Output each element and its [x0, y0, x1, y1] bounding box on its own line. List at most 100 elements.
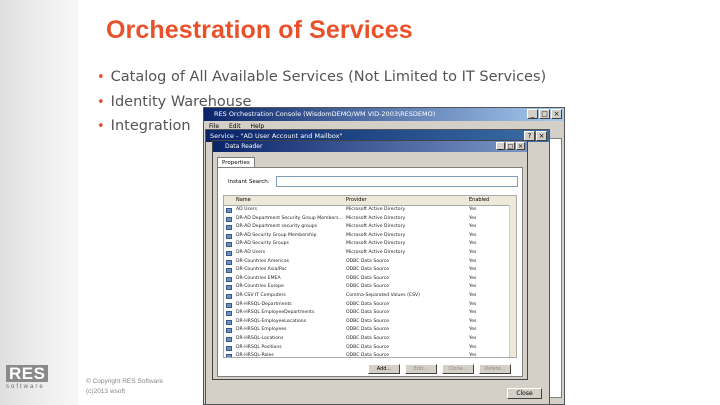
- cell-name: DR-AD Security Groups: [236, 241, 289, 247]
- table-row[interactable]: DR-Countries Americas ODBC Data Source Yes: [224, 258, 516, 267]
- edit-button[interactable]: Edit...: [405, 364, 437, 374]
- table-row[interactable]: DR-HRSQL-EmployeeLocations ODBC Data Sour…: [224, 318, 516, 327]
- cell-enabled: Yes: [469, 292, 477, 298]
- cell-name: DR-HRSQL Employees: [236, 327, 287, 333]
- data-reader-icon: [226, 216, 232, 222]
- cell-name: DR-HRSQL-EmployeeLocations: [236, 318, 307, 324]
- cell-enabled: Yes: [469, 215, 477, 221]
- cell-enabled: Yes: [469, 241, 477, 247]
- data-reader-icon: [226, 311, 232, 317]
- table-row[interactable]: DR-CSV IT Computers Comma-Separated Value…: [224, 292, 516, 301]
- minimize-icon[interactable]: _: [496, 142, 505, 150]
- maximize-icon[interactable]: □: [506, 142, 515, 150]
- bullet-dot-icon: •: [97, 94, 105, 110]
- table-row[interactable]: DR-HRSQL EmployeeDepartments ODBC Data So…: [224, 309, 516, 318]
- data-reader-icon: [226, 302, 232, 308]
- cell-name: AD Users: [236, 207, 258, 212]
- cell-name: DR-HRSQL-Locations: [236, 335, 284, 341]
- vertical-scrollbar[interactable]: [509, 205, 516, 357]
- table-row[interactable]: DR-AD Department Security Group Members.…: [224, 215, 516, 224]
- close-icon[interactable]: ×: [516, 142, 525, 150]
- cell-name: DR-AD Department security groups: [236, 224, 318, 230]
- column-header-provider[interactable]: Provider: [346, 196, 367, 205]
- table-row[interactable]: DR-Countries EMEA ODBC Data Source Yes: [224, 275, 516, 284]
- column-header-name[interactable]: Name: [236, 196, 251, 205]
- minimize-icon[interactable]: _: [527, 109, 538, 119]
- cell-enabled: Yes: [469, 318, 477, 324]
- bullet-text: Integration: [110, 118, 191, 134]
- cell-name: DR-Countries Americas: [236, 258, 290, 264]
- service-title: Service - "AD User Account and Mailbox": [210, 132, 343, 140]
- table-row[interactable]: DR-HRSQL Employees ODBC Data Source Yes: [224, 326, 516, 335]
- data-reader-icon: [226, 276, 232, 282]
- cell-enabled: Yes: [469, 207, 477, 212]
- window-controls: _ □ ×: [496, 142, 525, 150]
- cell-provider: ODBC Data Source: [346, 353, 390, 358]
- cell-name: DR-HRSQL-Roles: [236, 353, 274, 358]
- data-reader-icon: [226, 259, 232, 265]
- cell-provider: ODBC Data Source: [346, 258, 390, 264]
- table-row[interactable]: DR-Countries Europe ODBC Data Source Yes: [224, 283, 516, 292]
- data-reader-icon: [226, 336, 232, 342]
- data-reader-icon: [226, 208, 232, 213]
- copyright-line: (c)2013 wsoft: [86, 388, 126, 395]
- data-reader-icon: [226, 225, 232, 231]
- cell-name: DR-Countries EMEA: [236, 275, 281, 281]
- table-row[interactable]: DR-HRSQL-Departments ODBC Data Source Yes: [224, 301, 516, 310]
- properties-panel: Instant Search: Name Provider Enabled AD…: [217, 167, 523, 377]
- data-reader-icon: [226, 268, 232, 274]
- bullet-dot-icon: •: [97, 70, 105, 85]
- cell-provider: ODBC Data Source: [346, 327, 390, 333]
- logo-subtext: software: [6, 384, 45, 390]
- maximize-icon[interactable]: □: [539, 109, 550, 119]
- table-row[interactable]: DR-AD Security Group Membership Microsoft…: [224, 232, 516, 241]
- res-software-logo: RES software: [6, 364, 52, 390]
- data-reader-icon: [226, 233, 232, 239]
- slide: Orchestration of Services • Catalog of Al…: [0, 0, 720, 405]
- instant-search-input[interactable]: [276, 176, 518, 187]
- delete-button[interactable]: Delete...: [479, 364, 511, 374]
- console-titlebar[interactable]: RES Orchestration Console (WisdomDEMO/WM…: [204, 108, 564, 121]
- cell-enabled: Yes: [469, 232, 477, 238]
- cell-enabled: Yes: [469, 301, 477, 307]
- clone-button[interactable]: Clone...: [442, 364, 474, 374]
- table-row[interactable]: DR-AD Security Groups Microsoft Active Di…: [224, 240, 516, 249]
- data-reader-titlebar[interactable]: Data Reader _ □ ×: [213, 141, 527, 152]
- cell-provider: Microsoft Active Directory: [346, 241, 406, 247]
- data-reader-title: Data Reader: [225, 143, 263, 150]
- slide-left-band: [0, 0, 78, 405]
- table-row[interactable]: AD Users Microsoft Active Directory Yes: [224, 206, 516, 215]
- cell-provider: ODBC Data Source: [346, 284, 390, 290]
- table-row[interactable]: DR-AD Department security groups Microsof…: [224, 223, 516, 232]
- data-reader-icon: [226, 242, 232, 248]
- cell-enabled: Yes: [469, 267, 477, 273]
- cell-provider: ODBC Data Source: [346, 335, 390, 341]
- data-reader-icon: [226, 319, 232, 325]
- cell-name: DR-AD Department Security Group Members.…: [236, 215, 343, 221]
- data-reader-icon: [226, 354, 232, 357]
- close-icon[interactable]: ×: [551, 109, 562, 119]
- data-reader-window: Data Reader _ □ × Properties Instant Sea…: [212, 140, 528, 380]
- cell-name: DR-Countries Europe: [236, 284, 284, 290]
- close-icon[interactable]: ×: [536, 131, 547, 141]
- cell-provider: ODBC Data Source: [346, 275, 390, 281]
- table-row[interactable]: DR-HRSQL-Roles ODBC Data Source Yes: [224, 352, 516, 358]
- data-reader-icon: [226, 293, 232, 299]
- data-reader-icon: [226, 250, 232, 256]
- table-row[interactable]: DR-HRSQL-Locations ODBC Data Source Yes: [224, 335, 516, 344]
- column-header-enabled[interactable]: Enabled: [469, 196, 489, 205]
- close-button[interactable]: Close: [507, 388, 542, 399]
- cell-name: DR-AD Security Group Membership: [236, 232, 317, 238]
- cell-enabled: Yes: [469, 310, 477, 316]
- table-row[interactable]: DR-HRSQL Positions ODBC Data Source Yes: [224, 344, 516, 353]
- cell-name: DR-CSV IT Computers: [236, 292, 286, 298]
- cell-provider: Microsoft Active Directory: [346, 215, 406, 221]
- cell-provider: ODBC Data Source: [346, 344, 390, 350]
- table-row[interactable]: DR-AD Users Microsoft Active Directory Yes: [224, 249, 516, 258]
- add-button[interactable]: Add...: [368, 364, 400, 374]
- cell-enabled: Yes: [469, 344, 477, 350]
- window-controls: _ □ ×: [527, 109, 562, 119]
- bullet-item: • Catalog of All Available Services (Not …: [97, 65, 546, 90]
- table-row[interactable]: DR-Countries Asia/Pac ODBC Data Source Yes: [224, 266, 516, 275]
- cell-enabled: Yes: [469, 284, 477, 290]
